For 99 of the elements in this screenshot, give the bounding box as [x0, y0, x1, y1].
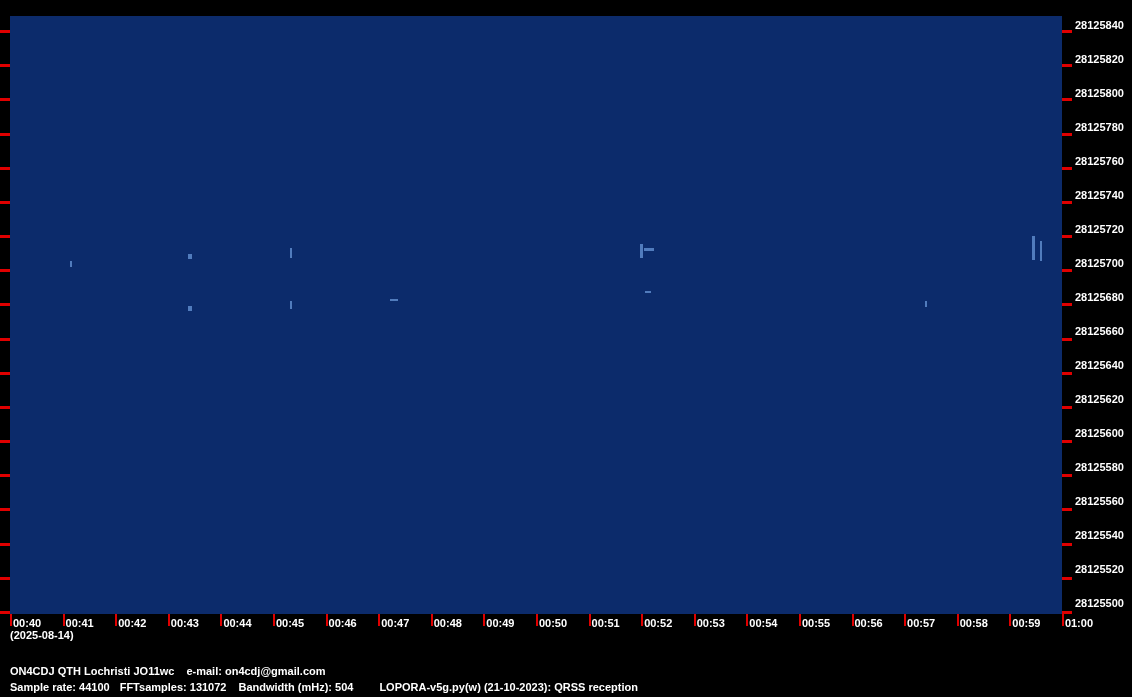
tick-mark	[1062, 269, 1072, 273]
tick-mark	[0, 337, 10, 341]
time-label: 00:55	[801, 618, 831, 629]
tick-mark	[1062, 542, 1072, 546]
time-label: 00:58	[959, 618, 988, 629]
tick-mark	[0, 132, 10, 136]
tick-mark	[1062, 576, 1072, 580]
tick-mark	[956, 614, 959, 626]
time-label: 00:46	[328, 618, 357, 629]
tick-mark	[1062, 508, 1072, 512]
tick-mark	[272, 614, 275, 626]
frequency-label: 28125600	[1075, 428, 1124, 439]
tick-mark	[0, 98, 10, 102]
tick-mark	[62, 614, 65, 626]
tick-mark	[1062, 235, 1072, 239]
frequency-label: 28125520	[1075, 564, 1124, 575]
tick-mark	[1062, 440, 1072, 444]
tick-mark	[0, 371, 10, 375]
info-text: e-mail: on4cdj@gmail.com	[186, 665, 326, 677]
tick-mark	[167, 614, 170, 626]
tick-mark	[1062, 132, 1072, 136]
tick-mark	[0, 269, 10, 273]
tick-mark	[798, 614, 801, 626]
frequency-label: 28125580	[1075, 462, 1124, 473]
info-text: FFTsamples: 131072	[119, 681, 227, 693]
tick-mark	[535, 614, 538, 626]
tick-mark	[1062, 166, 1072, 170]
time-label: 00:54	[749, 618, 778, 629]
info-text: Sample rate: 44100	[10, 681, 110, 693]
frequency-label: 28125760	[1075, 156, 1124, 167]
time-label: 00:56	[854, 618, 883, 629]
time-label: 00:48	[433, 618, 462, 629]
frequency-label: 28125540	[1075, 530, 1124, 541]
tick-mark	[0, 405, 10, 409]
tick-mark	[1062, 337, 1072, 341]
frequency-label: 28125720	[1075, 224, 1124, 235]
tick-mark	[693, 614, 696, 626]
time-label: 01:00	[1064, 618, 1093, 629]
tick-mark	[1062, 98, 1072, 102]
time-label: 00:53	[696, 618, 725, 629]
info-text: LOPORA-v5g.py(w) (21-10-2023): QRSS reception	[379, 681, 638, 693]
tick-mark	[1062, 405, 1072, 409]
tick-mark	[325, 614, 328, 626]
date-label: (2025-08-14)	[10, 629, 74, 641]
tick-mark	[641, 614, 644, 626]
tick-mark	[0, 200, 10, 204]
tick-mark	[0, 166, 10, 170]
tick-mark	[0, 303, 10, 307]
tick-mark	[483, 614, 486, 626]
frequency-label: 28125800	[1075, 88, 1124, 99]
time-label: 00:49	[486, 618, 515, 629]
frequency-label: 28125660	[1075, 326, 1124, 337]
time-label: 00:42	[118, 618, 147, 629]
tick-mark	[0, 542, 10, 546]
tick-mark	[851, 614, 854, 626]
time-label: 00:43	[170, 618, 199, 629]
time-label: 00:51	[591, 618, 620, 629]
tick-mark	[220, 614, 223, 626]
frequency-label: 28125680	[1075, 292, 1124, 303]
time-label: 00:41	[65, 618, 94, 629]
tick-mark	[1062, 303, 1072, 307]
frequency-label: 28125560	[1075, 496, 1124, 507]
tick-mark	[115, 614, 118, 626]
frequency-label: 28125840	[1075, 20, 1124, 31]
tick-mark	[0, 64, 10, 68]
tick-mark	[0, 440, 10, 444]
tick-mark	[0, 474, 10, 478]
tick-mark	[1009, 614, 1012, 626]
tick-mark	[378, 614, 381, 626]
time-label: 00:45	[275, 618, 305, 629]
tick-mark	[904, 614, 907, 626]
frequency-label: 28125780	[1075, 122, 1124, 133]
tick-mark	[0, 508, 10, 512]
time-label: 00:47	[381, 618, 410, 629]
frequency-label: 28125640	[1075, 360, 1124, 371]
time-label: 00:44	[223, 618, 252, 629]
tick-mark	[0, 30, 10, 33]
frequency-label: 28125820	[1075, 54, 1124, 65]
time-label: 00:59	[1012, 618, 1041, 629]
time-label: 00:57	[907, 618, 936, 629]
tick-mark	[1062, 30, 1072, 33]
time-label: 00:40	[13, 618, 42, 629]
tick-mark	[746, 614, 749, 626]
time-label: 00:50	[538, 618, 568, 629]
time-label: 00:52	[644, 618, 673, 629]
tick-mark	[1062, 474, 1072, 478]
tick-mark	[588, 614, 591, 626]
frequency-label: 28125620	[1075, 394, 1124, 405]
tick-mark	[0, 576, 10, 580]
tick-mark	[1062, 200, 1072, 204]
tick-mark	[430, 614, 433, 626]
tick-mark	[0, 235, 10, 239]
tick-mark	[1062, 371, 1072, 375]
frequency-label: 28125700	[1075, 258, 1124, 269]
frequency-label: 28125500	[1075, 598, 1124, 609]
tick-mark	[1062, 64, 1072, 68]
frequency-label: 28125740	[1075, 190, 1124, 201]
info-text: ON4CDJ QTH Lochristi JO11wc	[10, 665, 175, 677]
info-text: Bandwidth (mHz): 504	[238, 681, 354, 693]
